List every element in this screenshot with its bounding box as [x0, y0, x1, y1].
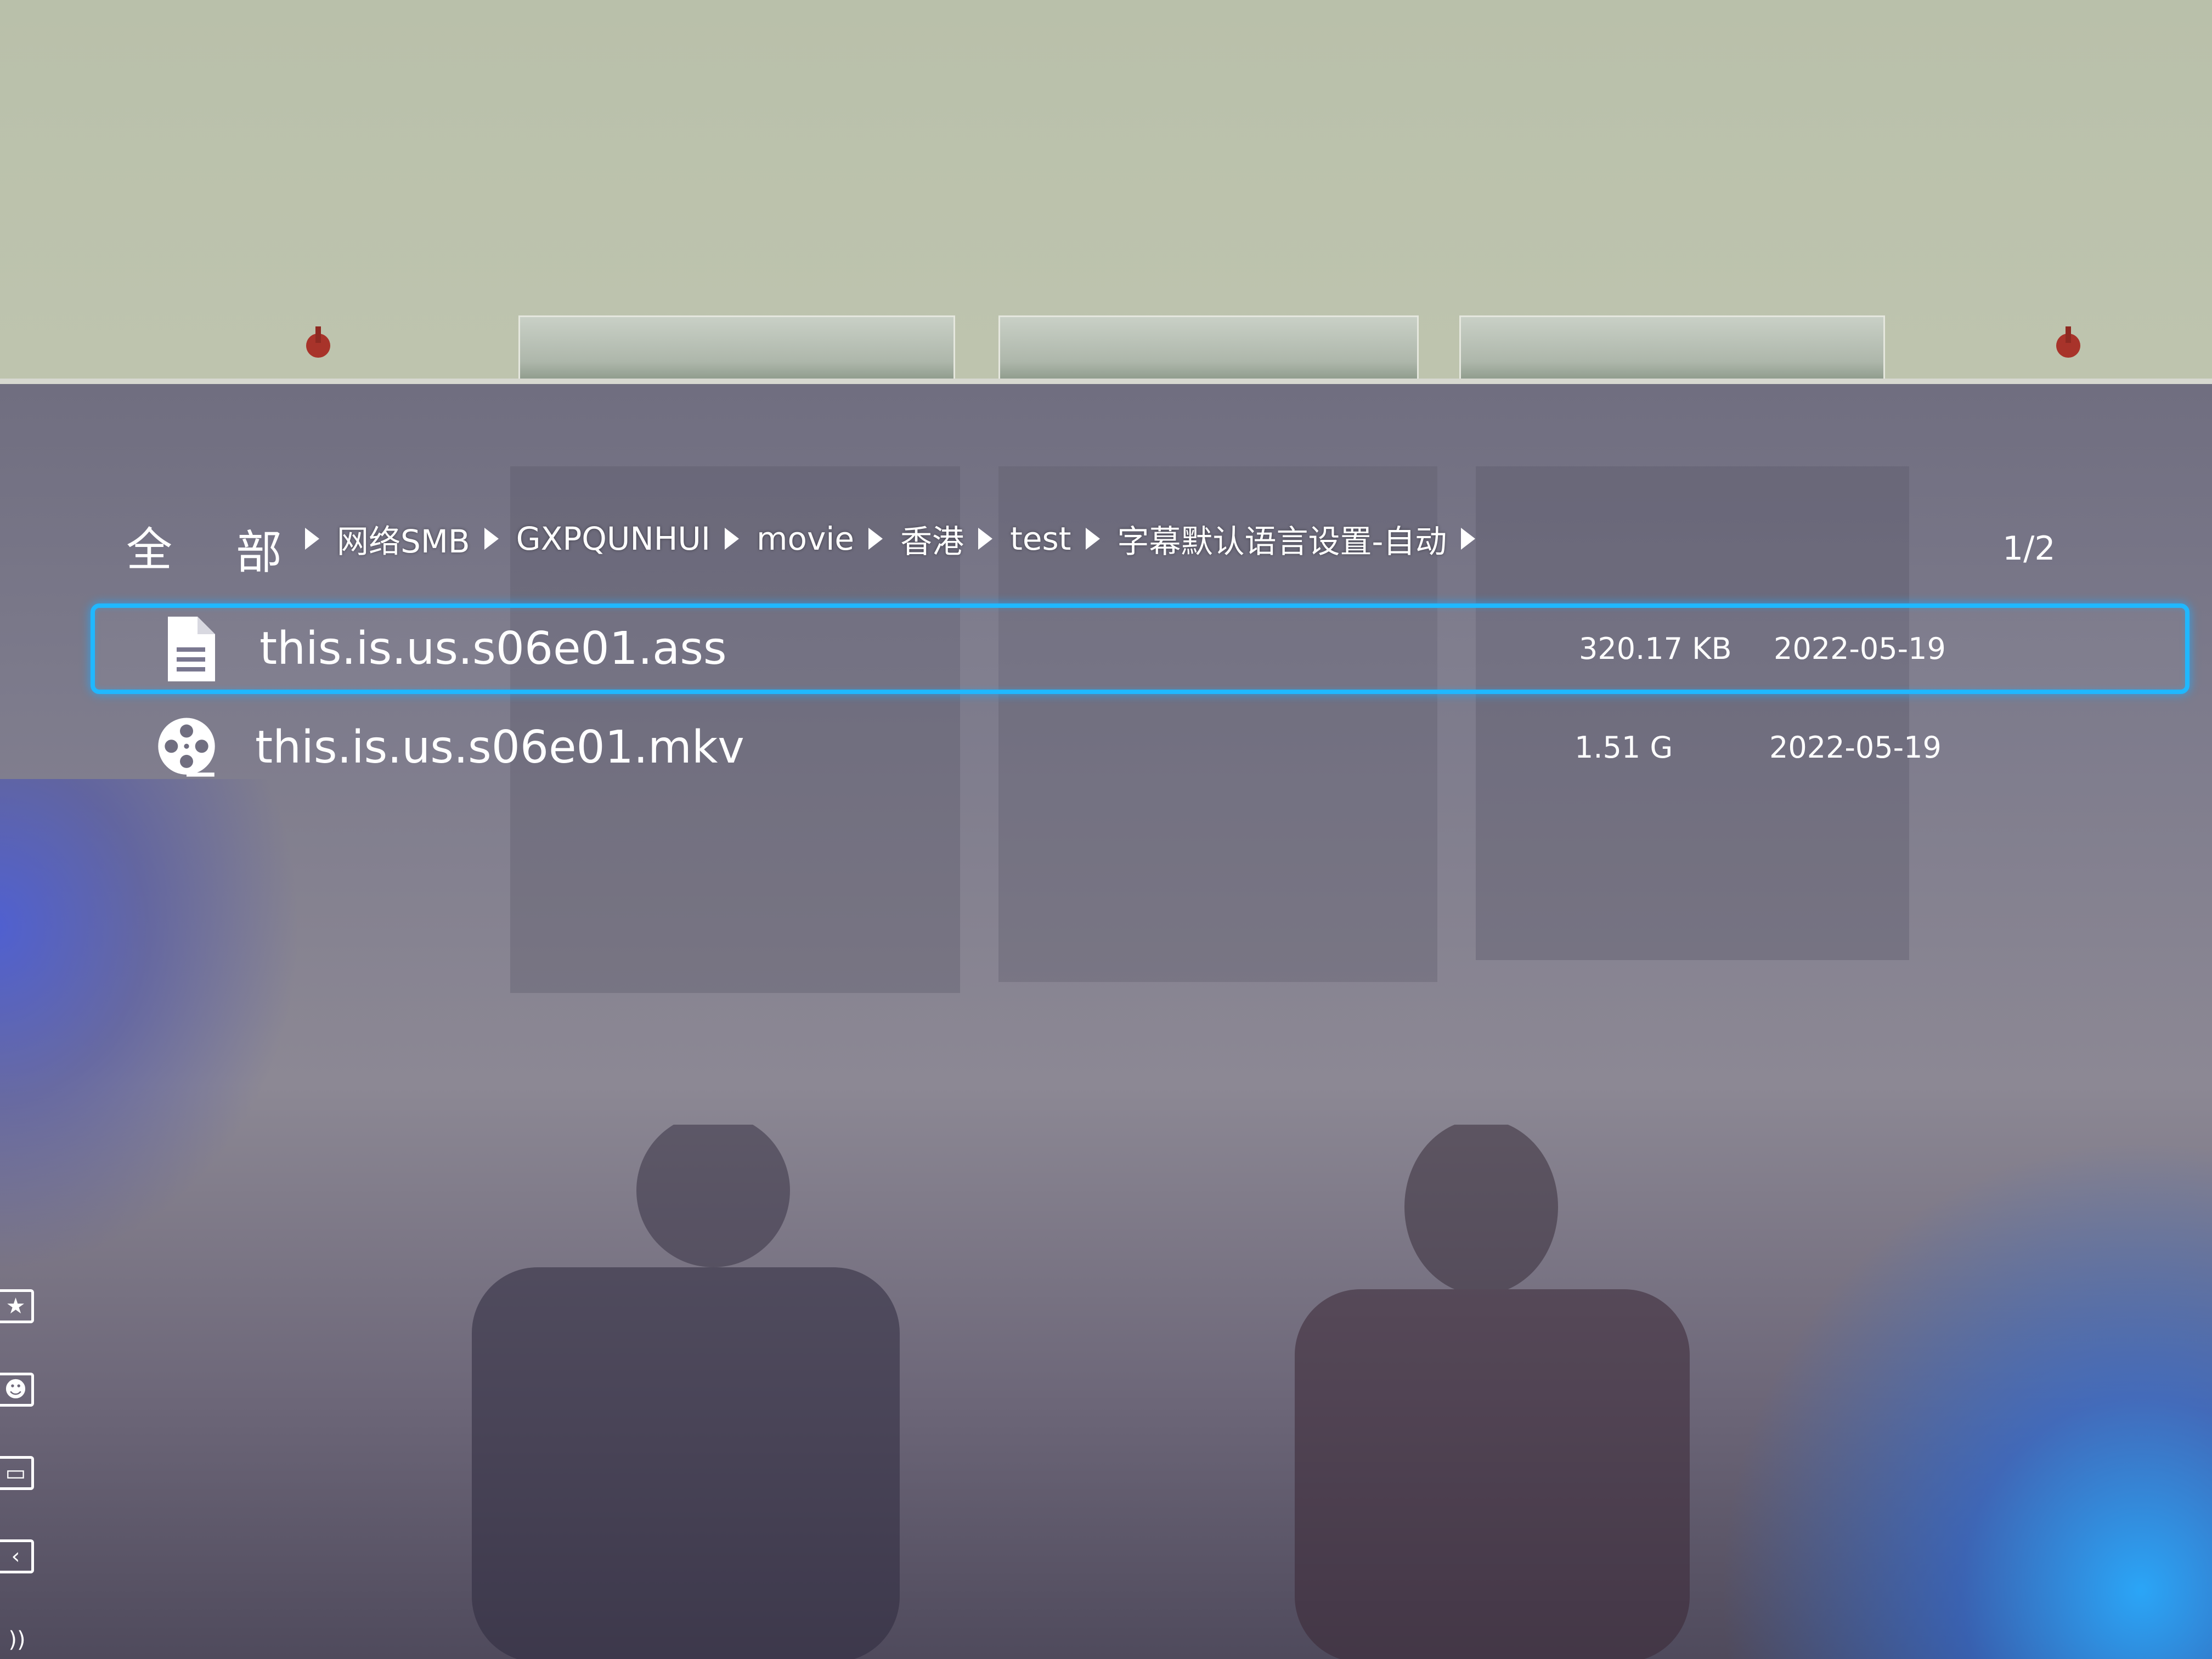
chevron-right-icon	[1461, 528, 1476, 550]
file-date: 2022-05-19	[1774, 631, 1946, 666]
devices-icon[interactable]: ▭	[0, 1456, 34, 1490]
back-icon[interactable]: ‹	[0, 1539, 34, 1573]
chevron-right-icon	[868, 528, 883, 550]
chinese-knot-right	[2056, 326, 2080, 358]
chevron-right-icon	[1085, 528, 1100, 550]
chevron-right-icon	[305, 528, 319, 550]
breadcrumb-item-server[interactable]: GXPQUNHUI	[516, 520, 710, 557]
breadcrumb-item-test[interactable]: test	[1010, 520, 1071, 557]
breadcrumb: 网络SMB GXPQUNHUI movie 香港 test 字幕默认语言设置-自…	[291, 516, 1493, 562]
page-indicator: 1/2	[2002, 529, 2056, 568]
file-date: 2022-05-19	[1769, 730, 1942, 765]
file-row-mkv[interactable]: this.is.us.s06e01.mkv 1.51 G 2022-05-19	[91, 702, 2181, 793]
file-size: 320.17 KB	[1579, 631, 1732, 666]
film-reel-icon	[154, 712, 219, 783]
photo-scene: ★ ☻ ▭ ‹ )) 全 部 网络SMB GXPQUNHUI movie 香港 …	[0, 0, 2212, 1659]
chevron-right-icon	[724, 528, 739, 550]
chevron-right-icon	[484, 528, 499, 550]
file-row-ass[interactable]: this.is.us.s06e01.ass 320.17 KB 2022-05-…	[91, 603, 2190, 694]
file-size: 1.51 G	[1575, 730, 1673, 765]
breadcrumb-root-char-1[interactable]: 全	[126, 513, 172, 579]
chinese-knot-left	[306, 326, 330, 358]
person-icon[interactable]: ☻	[0, 1373, 34, 1407]
breadcrumb-root-char-2[interactable]: 部	[236, 516, 282, 582]
side-nav: ★ ☻ ▭ ‹ ))	[0, 1289, 38, 1659]
screen-reflection-people	[472, 1125, 1690, 1659]
audio-icon[interactable]: ))	[0, 1623, 34, 1657]
chevron-right-icon	[978, 528, 993, 550]
tv-screen: ★ ☻ ▭ ‹ ))	[0, 384, 2212, 1659]
file-name: this.is.us.s06e01.ass	[259, 623, 727, 675]
file-list: this.is.us.s06e01.ass 320.17 KB 2022-05-…	[91, 603, 2190, 801]
star-icon[interactable]: ★	[0, 1289, 34, 1323]
breadcrumb-item-subtitle-folder[interactable]: 字幕默认语言设置-自动	[1118, 516, 1447, 562]
breadcrumb-item-smb[interactable]: 网络SMB	[337, 516, 470, 562]
file-name: this.is.us.s06e01.mkv	[255, 721, 744, 774]
breadcrumb-item-movie[interactable]: movie	[757, 520, 854, 557]
breadcrumb-item-hongkong[interactable]: 香港	[900, 516, 964, 562]
document-icon	[158, 613, 224, 685]
background-nebula-left	[0, 779, 302, 1273]
